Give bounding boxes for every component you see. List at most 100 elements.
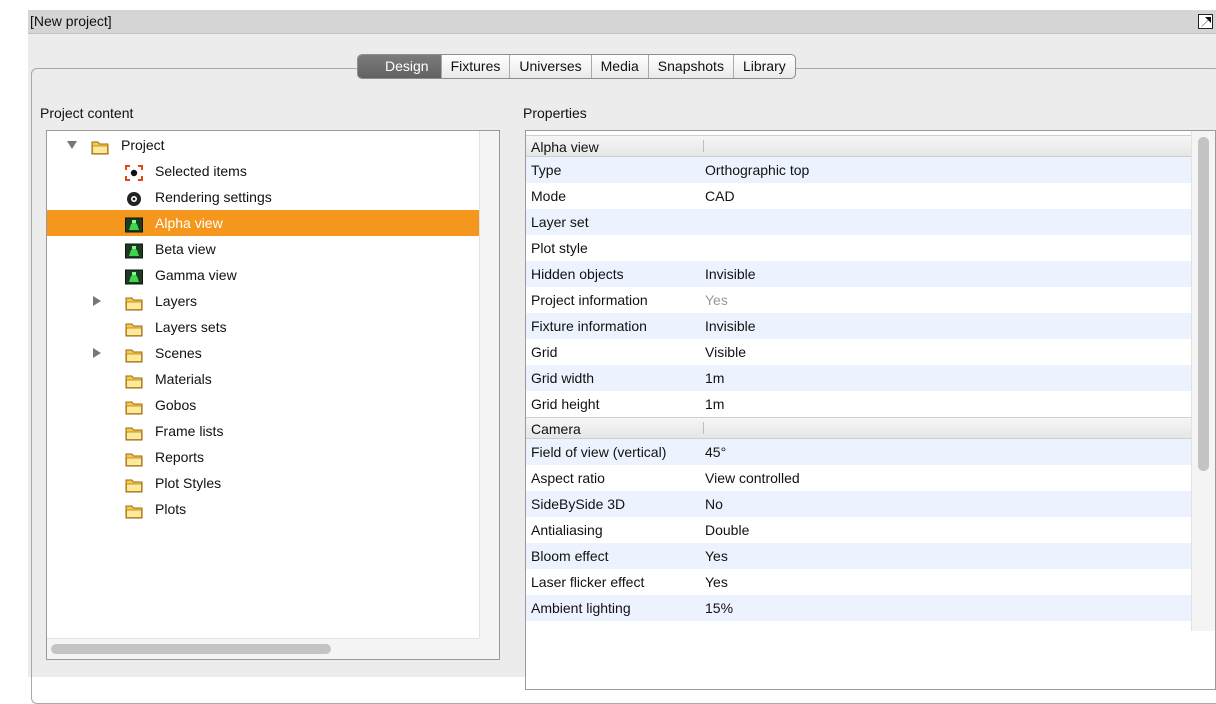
tab-universes[interactable]: Universes — [509, 55, 590, 78]
property-value[interactable]: Yes — [705, 543, 728, 569]
property-value[interactable]: Yes — [705, 569, 728, 595]
property-key: Laser flicker effect — [531, 574, 645, 590]
tree-item-scenes[interactable]: Scenes — [47, 340, 479, 366]
tree-item-label: Plots — [155, 501, 187, 517]
property-key: Type — [531, 162, 562, 178]
view-icon — [125, 267, 143, 285]
tree-item-plots[interactable]: Plots — [47, 496, 479, 522]
project-tree-list: Project Selected items Rendering settings A… — [47, 131, 479, 631]
tree-item-selected-items[interactable]: Selected items — [47, 158, 479, 184]
property-value[interactable]: Double — [705, 517, 749, 543]
disclosure-collapsed-icon[interactable] — [93, 348, 101, 358]
tree-item-label: Project — [121, 137, 165, 153]
property-row-grid[interactable]: Grid Visible — [526, 339, 1191, 365]
property-row-hidden-objects[interactable]: Hidden objects Invisible — [526, 261, 1191, 287]
property-value[interactable]: Visible — [705, 339, 746, 365]
property-value[interactable]: Invisible — [705, 313, 756, 339]
tab-snapshots[interactable]: Snapshots — [647, 55, 733, 78]
tree-item-label: Reports — [155, 449, 205, 465]
tree-item-label: Selected items — [155, 163, 247, 179]
property-row-plot-style[interactable]: Plot style — [526, 235, 1191, 261]
property-key: SideBySide 3D — [531, 496, 626, 512]
tree-item-gamma-view[interactable]: Gamma view — [47, 262, 479, 288]
property-value[interactable]: 15% — [705, 595, 733, 621]
tree-item-rendering-settings[interactable]: Rendering settings — [47, 184, 479, 210]
tree-item-label: Layers sets — [155, 319, 227, 335]
property-row-fixture-information[interactable]: Fixture information Invisible — [526, 313, 1191, 339]
property-row-field-of-view-vertical[interactable]: Field of view (vertical) 45° — [526, 439, 1191, 465]
property-key: Layer set — [531, 214, 589, 230]
properties-list: Alpha view Type Orthographic top Mode CAD Lay… — [526, 131, 1191, 631]
disclosure-expanded-icon[interactable] — [67, 141, 77, 149]
tab-media[interactable]: Media — [590, 55, 648, 78]
folder-icon — [125, 371, 143, 389]
tree-item-label: Beta view — [155, 241, 216, 257]
tree-item-layers[interactable]: Layers — [47, 288, 479, 314]
property-value[interactable]: Invisible — [705, 261, 756, 287]
disclosure-collapsed-icon[interactable] — [93, 296, 101, 306]
property-value[interactable]: 1m — [705, 391, 724, 417]
property-row-bloom-effect[interactable]: Bloom effect Yes — [526, 543, 1191, 569]
folder-icon — [125, 345, 143, 363]
view-icon — [125, 215, 143, 233]
property-row-mode[interactable]: Mode CAD — [526, 183, 1191, 209]
property-row-antialiasing[interactable]: Antialiasing Double — [526, 517, 1191, 543]
view-icon — [125, 241, 143, 259]
property-row-grid-height[interactable]: Grid height 1m — [526, 391, 1191, 417]
tab-library[interactable]: Library — [732, 55, 795, 78]
properties-heading: Properties — [523, 105, 587, 121]
tab-design[interactable]: Design — [358, 55, 441, 78]
tree-item-label: Plot Styles — [155, 475, 222, 491]
tree-item-materials[interactable]: Materials — [47, 366, 479, 392]
tree-item-project[interactable]: Project — [47, 132, 479, 158]
property-value[interactable]: View controlled — [705, 465, 800, 491]
tree-horizontal-scrollbar[interactable] — [47, 638, 479, 659]
property-group-label: Alpha view — [531, 139, 599, 155]
folder-icon — [125, 475, 143, 493]
property-value[interactable]: 1m — [705, 365, 724, 391]
scroll-corner — [479, 638, 499, 659]
expand-icon[interactable] — [1198, 14, 1213, 29]
tree-item-layers-sets[interactable]: Layers sets — [47, 314, 479, 340]
tree-item-reports[interactable]: Reports — [47, 444, 479, 470]
tree-item-label: Layers — [155, 293, 198, 309]
property-value[interactable]: Yes — [705, 287, 728, 313]
property-key: Field of view (vertical) — [531, 444, 667, 460]
tree-vertical-scrollbar[interactable] — [479, 131, 499, 639]
tree-item-gobos[interactable]: Gobos — [47, 392, 479, 418]
column-divider — [703, 140, 704, 152]
tree-item-plot-styles[interactable]: Plot Styles — [47, 470, 479, 496]
property-key: Hidden objects — [531, 266, 624, 282]
property-row-ambient-lighting[interactable]: Ambient lighting 15% — [526, 595, 1191, 621]
property-row-project-information[interactable]: Project information Yes — [526, 287, 1191, 313]
property-key: Grid height — [531, 396, 600, 412]
tab-fixtures[interactable]: Fixtures — [440, 55, 510, 78]
tree-item-alpha-view[interactable]: Alpha view — [47, 210, 479, 236]
property-key: Fixture information — [531, 318, 647, 334]
property-value[interactable]: Orthographic top — [705, 157, 809, 183]
property-row-laser-flicker-effect[interactable]: Laser flicker effect Yes — [526, 569, 1191, 595]
property-row-sidebyside-3d[interactable]: SideBySide 3D No — [526, 491, 1191, 517]
properties-vertical-scrollbar[interactable] — [1191, 131, 1215, 631]
property-group-camera: Camera — [526, 417, 1191, 439]
property-row-aspect-ratio[interactable]: Aspect ratio View controlled — [526, 465, 1191, 491]
tree-item-frame-lists[interactable]: Frame lists — [47, 418, 479, 444]
property-value[interactable]: 45° — [705, 439, 726, 465]
property-row-type[interactable]: Type Orthographic top — [526, 157, 1191, 183]
property-value[interactable]: No — [705, 491, 723, 517]
rendering-settings-icon — [125, 189, 143, 206]
folder-icon — [125, 423, 143, 441]
property-row-layer-set[interactable]: Layer set — [526, 209, 1191, 235]
tab-bar: Design Fixtures Universes Media Snapshots Lib… — [357, 54, 796, 79]
properties-scroll-thumb[interactable] — [1198, 137, 1209, 471]
property-row-grid-width[interactable]: Grid width 1m — [526, 365, 1191, 391]
tree-horizontal-scroll-thumb[interactable] — [51, 644, 331, 654]
project-tree[interactable]: Project Selected items Rendering settings A… — [46, 130, 500, 660]
tree-item-beta-view[interactable]: Beta view — [47, 236, 479, 262]
project-content-heading: Project content — [40, 105, 134, 121]
tree-item-label: Frame lists — [155, 423, 224, 439]
property-key: Aspect ratio — [531, 470, 605, 486]
properties-grid: Alpha view Type Orthographic top Mode CAD Lay… — [525, 130, 1216, 690]
property-key: Mode — [531, 188, 567, 204]
property-value[interactable]: CAD — [705, 183, 735, 209]
